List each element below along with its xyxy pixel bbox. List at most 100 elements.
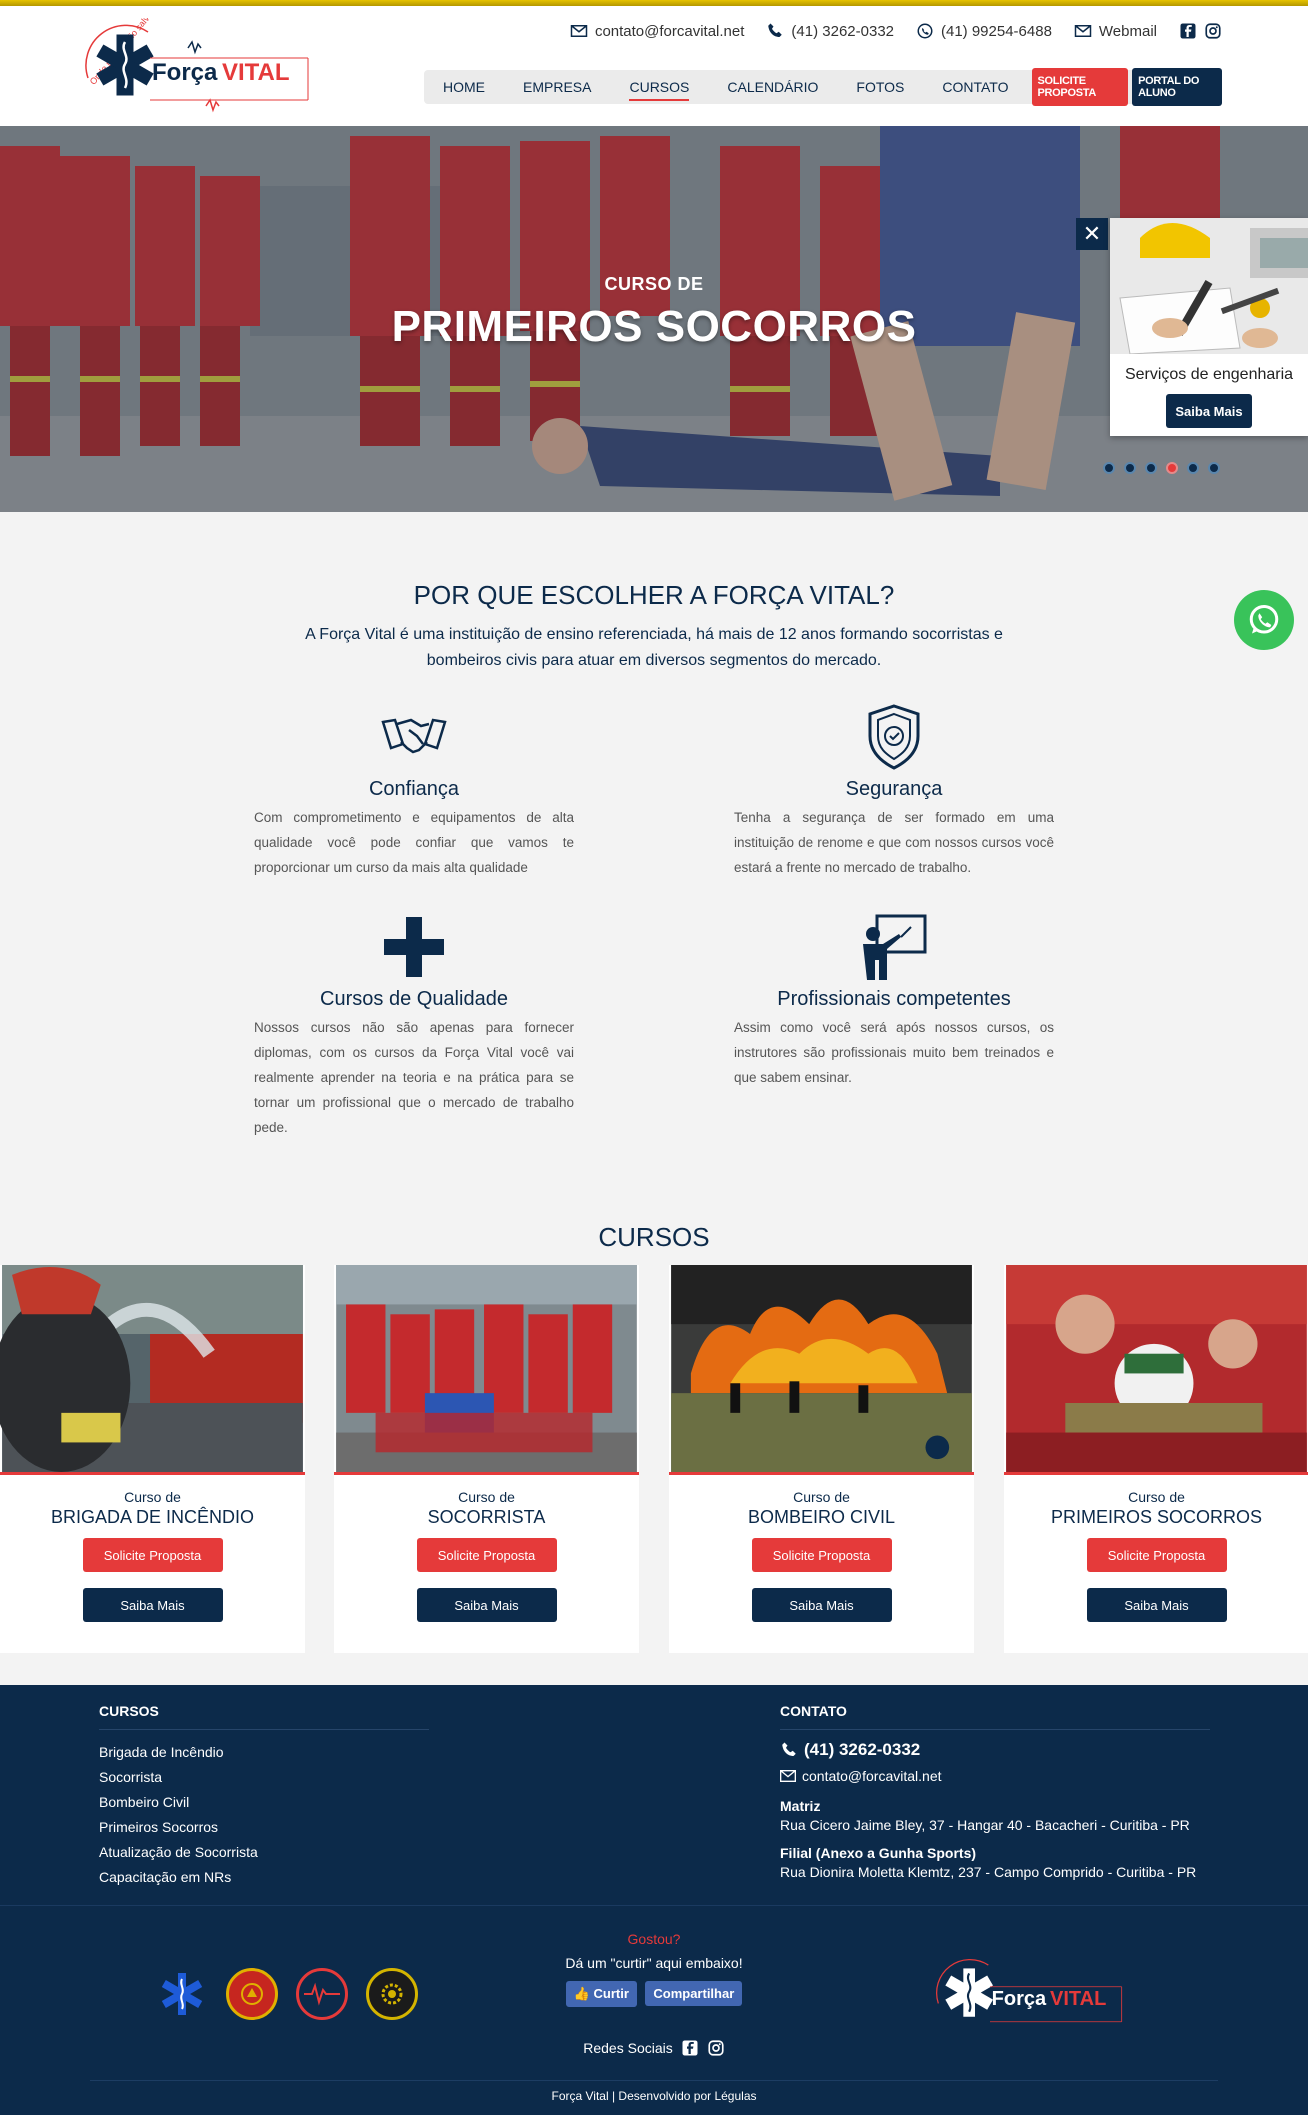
- courses-title: CURSOS: [598, 1222, 710, 1252]
- why-title: POR QUE ESCOLHER A FORÇA VITAL?: [413, 580, 895, 610]
- header-phone[interactable]: (41) 3262-0332: [766, 22, 894, 40]
- popup-image: [1110, 218, 1308, 354]
- instagram-icon[interactable]: [707, 2039, 725, 2057]
- popup-more-button[interactable]: Saiba Mais: [1166, 394, 1252, 428]
- nav-contato[interactable]: CONTATO: [923, 70, 1027, 104]
- star-of-life-icon: [156, 1968, 208, 2020]
- footer-course-link[interactable]: Primeiros Socorros: [99, 1815, 429, 1840]
- plus-icon: [384, 917, 444, 977]
- course-pre: Curso de: [124, 1489, 181, 1505]
- footer-courses: CURSOS Brigada de Incêndio Socorrista Bo…: [99, 1703, 429, 1890]
- course-card-bombeiro: Curso de BOMBEIRO CIVIL Solicite Propost…: [669, 1265, 974, 1653]
- feature-seguranca: Segurança Tenha a segurança de ser forma…: [734, 702, 1054, 880]
- footer-contact: CONTATO (41) 3262-0332 contato@forcavita…: [780, 1703, 1210, 1880]
- header-social: [1179, 22, 1222, 40]
- nav-calendario[interactable]: CALENDÁRIO: [708, 70, 837, 104]
- slider-dots: [1103, 462, 1220, 474]
- envelope-icon: [780, 1770, 796, 1782]
- footer-filial-address: Rua Dionira Moletta Klemtz, 237 - Campo …: [780, 1864, 1197, 1880]
- whatsapp-float-button[interactable]: [1234, 590, 1294, 650]
- footer-logo-forca: Força: [992, 1988, 1047, 2010]
- feature-qualidade: Cursos de Qualidade Nossos cursos não sã…: [254, 912, 574, 1140]
- course-name: PRIMEIROS SOCORROS: [1050, 1507, 1263, 1527]
- footer-course-link[interactable]: Socorrista: [99, 1765, 429, 1790]
- footer-social: Redes Sociais: [0, 2039, 1308, 2057]
- facebook-icon[interactable]: [1179, 22, 1197, 40]
- course-proposal-button[interactable]: Solicite Proposta: [1086, 1538, 1227, 1572]
- feature-text: Tenha a segurança de ser formado em uma …: [734, 810, 1054, 875]
- nav-empresa[interactable]: EMPRESA: [504, 70, 610, 104]
- header-webmail[interactable]: Webmail: [1074, 22, 1157, 40]
- footer-contact-title: CONTATO: [780, 1703, 1210, 1730]
- footer-course-link[interactable]: Atualização de Socorrista: [99, 1840, 429, 1865]
- footer-email[interactable]: contato@forcavital.net: [780, 1768, 1210, 1784]
- footer-phone[interactable]: (41) 3262-0332: [780, 1740, 1210, 1760]
- footer-credits: Força Vital | Desenvolvido por Légulas: [551, 2089, 757, 2103]
- logo-text-vital: VITAL: [222, 59, 290, 86]
- course-pre: Curso de: [793, 1489, 850, 1505]
- envelope-icon: [570, 25, 588, 37]
- course-card-primeiros-socorros: Curso de PRIMEIROS SOCORROS Solicite Pro…: [1004, 1265, 1308, 1653]
- phone-icon: [768, 23, 783, 37]
- course-image-primeiros-socorros: [1004, 1265, 1308, 1475]
- thumbs-up-icon: 👍: [573, 1986, 590, 2001]
- feature-confianca: Confiança Com comprometimento e equipame…: [254, 702, 574, 880]
- slider-dot[interactable]: [1208, 462, 1220, 474]
- slider-dot[interactable]: [1103, 462, 1115, 474]
- course-pre: Curso de: [1128, 1489, 1185, 1505]
- gear-emblem-icon: [366, 1968, 418, 2020]
- close-icon: ✕: [1082, 221, 1102, 246]
- footer-course-link[interactable]: Brigada de Incêndio: [99, 1740, 429, 1765]
- nav-home[interactable]: HOME: [424, 70, 504, 104]
- footer-phone-text: (41) 3262-0332: [804, 1740, 921, 1759]
- phone-icon: [782, 1742, 796, 1756]
- nav-proposal-button[interactable]: SOLICITE PROPOSTA: [1031, 68, 1129, 106]
- facebook-icon[interactable]: [681, 2039, 699, 2057]
- heartbeat-badge-icon: [296, 1968, 348, 2020]
- course-more-button[interactable]: Saiba Mais: [1086, 1588, 1227, 1622]
- footer-divider: [0, 1905, 1308, 1906]
- course-card-socorrista: Curso de SOCORRISTA Solicite Proposta Sa…: [334, 1265, 639, 1653]
- course-proposal-button[interactable]: Solicite Proposta: [82, 1538, 223, 1572]
- course-image-bombeiro: [669, 1265, 974, 1475]
- course-more-button[interactable]: Saiba Mais: [82, 1588, 223, 1622]
- instagram-icon[interactable]: [1204, 22, 1222, 40]
- course-more-button[interactable]: Saiba Mais: [416, 1588, 557, 1622]
- course-more-button[interactable]: Saiba Mais: [751, 1588, 892, 1622]
- whatsapp-icon: [1249, 605, 1279, 634]
- header-whatsapp[interactable]: (41) 99254-6488: [916, 22, 1052, 40]
- why-lead: A Força Vital é uma instituição de ensin…: [305, 626, 1003, 669]
- footer-course-link[interactable]: Capacitação em NRs: [99, 1865, 429, 1890]
- popup-close-button[interactable]: ✕: [1076, 218, 1108, 250]
- footer-social-label: Redes Sociais: [583, 2040, 673, 2056]
- slider-dot[interactable]: [1187, 462, 1199, 474]
- nav-fotos[interactable]: FOTOS: [837, 70, 923, 104]
- course-image-socorrista: [334, 1265, 639, 1475]
- header-email[interactable]: contato@forcavital.net: [570, 22, 744, 40]
- engineering-popup: Serviços de engenharia Saiba Mais: [1110, 218, 1308, 436]
- whatsapp-icon: [917, 23, 933, 39]
- site-logo[interactable]: Onde um desafio salva uma vida Força VIT…: [78, 0, 318, 113]
- footer-logo-vital: VITAL: [1050, 1988, 1106, 2010]
- footer-email-text: contato@forcavital.net: [802, 1768, 942, 1784]
- slider-dot-active[interactable]: [1166, 462, 1178, 474]
- slider-dot[interactable]: [1124, 462, 1136, 474]
- course-name: BOMBEIRO CIVIL: [747, 1507, 896, 1527]
- nav-cursos[interactable]: CURSOS: [610, 70, 708, 104]
- footer-bottom-line: [90, 2080, 1218, 2081]
- footer-course-link[interactable]: Bombeiro Civil: [99, 1790, 429, 1815]
- facebook-like-label: Curtir: [593, 1986, 629, 2001]
- footer-courses-title: CURSOS: [99, 1703, 429, 1730]
- site-header: Onde um desafio salva uma vida Força VIT…: [0, 0, 1308, 126]
- feature-text: Assim como você será após nossos cursos,…: [734, 1020, 1054, 1085]
- header-email-text: contato@forcavital.net: [594, 22, 745, 40]
- facebook-share-button[interactable]: Compartilhar: [645, 1981, 743, 2006]
- slider-dot[interactable]: [1145, 462, 1157, 474]
- teacher-icon: [863, 914, 927, 980]
- course-proposal-button[interactable]: Solicite Proposta: [416, 1538, 557, 1572]
- site-footer: CURSOS Brigada de Incêndio Socorrista Bo…: [0, 1685, 1308, 2115]
- footer-logo[interactable]: Força VITAL: [930, 1953, 1130, 2033]
- facebook-like-button[interactable]: 👍 Curtir: [565, 1981, 637, 2007]
- course-proposal-button[interactable]: Solicite Proposta: [751, 1538, 892, 1572]
- nav-portal-button[interactable]: PORTAL DO ALUNO: [1132, 68, 1222, 106]
